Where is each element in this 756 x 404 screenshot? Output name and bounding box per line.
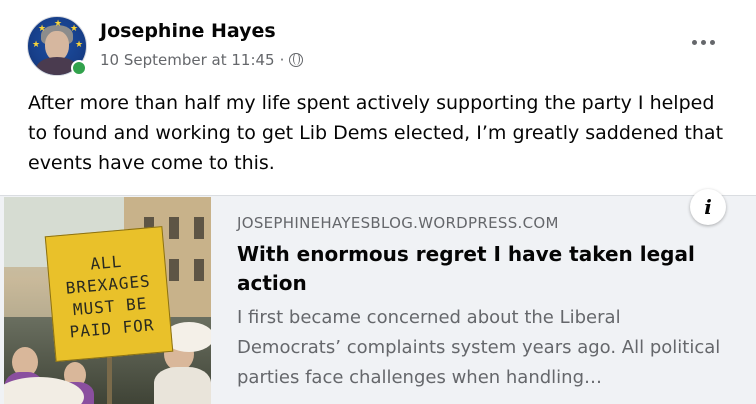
online-status-indicator bbox=[71, 60, 87, 76]
sign-line: ALL bbox=[89, 251, 123, 274]
image-sign-pole bbox=[107, 355, 112, 404]
globe-icon[interactable] bbox=[289, 53, 304, 67]
facebook-post: ★ ★ ★ ★ ★ Josephine Hayes 10 September a… bbox=[0, 0, 756, 404]
meta-separator: · bbox=[279, 51, 285, 69]
post-timestamp[interactable]: 10 September at 11:45 bbox=[100, 51, 275, 69]
info-icon: i bbox=[704, 195, 712, 219]
author-name[interactable]: Josephine Hayes bbox=[100, 20, 276, 42]
more-options-button[interactable] bbox=[688, 30, 718, 54]
info-button[interactable]: i bbox=[690, 189, 726, 225]
eu-star-icon: ★ bbox=[75, 40, 84, 50]
link-preview-domain: JOSEPHINEHAYESBLOG.WORDPRESS.COM bbox=[237, 214, 559, 232]
link-preview-image: ALL BREXAGES MUST BE PAID FOR bbox=[4, 197, 211, 404]
post-body-text: After more than half my life spent activ… bbox=[28, 92, 724, 174]
post-meta: 10 September at 11:45 · bbox=[100, 51, 304, 69]
dot-icon bbox=[700, 39, 706, 45]
author-avatar[interactable]: ★ ★ ★ ★ ★ bbox=[27, 16, 87, 76]
image-person-body bbox=[154, 367, 211, 404]
protest-sign: ALL BREXAGES MUST BE PAID FOR bbox=[44, 226, 174, 362]
image-window bbox=[194, 217, 204, 239]
dot-icon bbox=[709, 39, 715, 45]
eu-star-icon: ★ bbox=[32, 40, 41, 50]
eu-star-icon: ★ bbox=[54, 19, 63, 29]
link-preview-card[interactable]: ALL BREXAGES MUST BE PAID FOR JOSEPHINEH… bbox=[0, 189, 756, 404]
eu-star-icon: ★ bbox=[70, 24, 79, 34]
link-preview-headline[interactable]: With enormous regret I have taken legal … bbox=[237, 240, 727, 298]
image-window bbox=[194, 259, 204, 281]
image-window bbox=[169, 259, 179, 281]
image-window bbox=[169, 217, 179, 239]
dot-icon bbox=[691, 39, 697, 45]
eu-star-icon: ★ bbox=[38, 24, 47, 34]
link-preview-excerpt: I first became concerned about the Liber… bbox=[237, 307, 721, 388]
